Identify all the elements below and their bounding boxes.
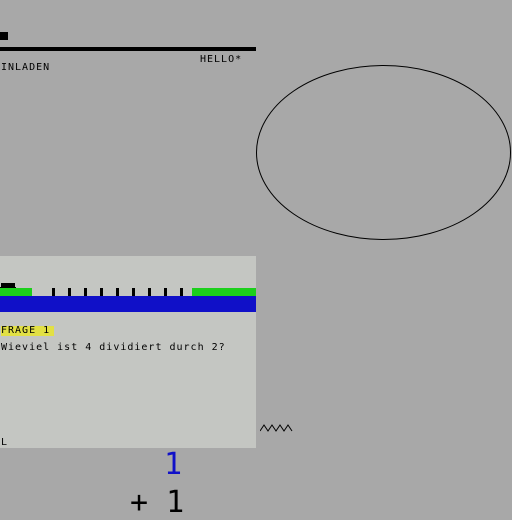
loading-label: INLADEN — [1, 62, 51, 73]
plus-one-label: + 1 — [130, 485, 185, 520]
bridge-scene — [0, 283, 256, 312]
ellipse-shape — [256, 65, 511, 240]
zigzag-icon — [260, 424, 293, 432]
input-prompt[interactable]: L — [1, 438, 7, 448]
water — [0, 296, 256, 312]
answer-value: 1 — [164, 447, 183, 482]
quiz-panel: FRAGE 1 Wieviel ist 4 dividiert durch 2?… — [0, 256, 256, 448]
tank-icon — [0, 283, 16, 288]
header-divider — [0, 47, 256, 51]
greeting-label: HELLO* — [200, 54, 243, 65]
question-tag: FRAGE 1 — [1, 326, 55, 336]
question-text: Wieviel ist 4 dividiert durch 2? — [1, 342, 226, 353]
grass-right — [192, 288, 256, 296]
grass-left — [0, 288, 32, 296]
bridge-post-icon — [52, 288, 183, 296]
cursor-block — [0, 32, 8, 40]
